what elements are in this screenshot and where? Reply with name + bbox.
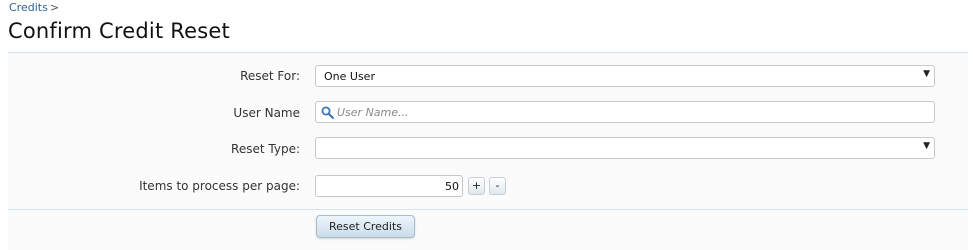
reset-for-selected-value: One User <box>324 70 375 83</box>
breadcrumb: Credits > <box>9 1 59 14</box>
search-icon <box>321 106 334 119</box>
user-name-placeholder: User Name... <box>337 106 409 119</box>
items-per-page-value: 50 <box>445 180 459 193</box>
breadcrumb-credits-link[interactable]: Credits <box>9 1 48 14</box>
user-name-label: User Name <box>233 106 300 120</box>
page-title: Confirm Credit Reset <box>8 19 230 43</box>
reset-type-label: Reset Type: <box>231 142 300 156</box>
items-per-page-input[interactable]: 50 <box>315 175 463 197</box>
reset-for-label: Reset For: <box>240 69 300 83</box>
chevron-down-icon: ▼ <box>923 141 930 151</box>
breadcrumb-separator: > <box>49 1 60 14</box>
decrement-button[interactable]: - <box>489 177 506 195</box>
reset-credits-button[interactable]: Reset Credits <box>316 215 415 238</box>
reset-for-select[interactable]: One User ▼ <box>315 65 935 87</box>
reset-type-select[interactable]: ▼ <box>315 137 935 159</box>
form-divider <box>8 209 968 210</box>
increment-button[interactable]: + <box>468 177 485 195</box>
user-name-input[interactable]: User Name... <box>315 101 935 123</box>
chevron-down-icon: ▼ <box>923 69 930 79</box>
items-per-page-label: Items to process per page: <box>139 179 300 193</box>
